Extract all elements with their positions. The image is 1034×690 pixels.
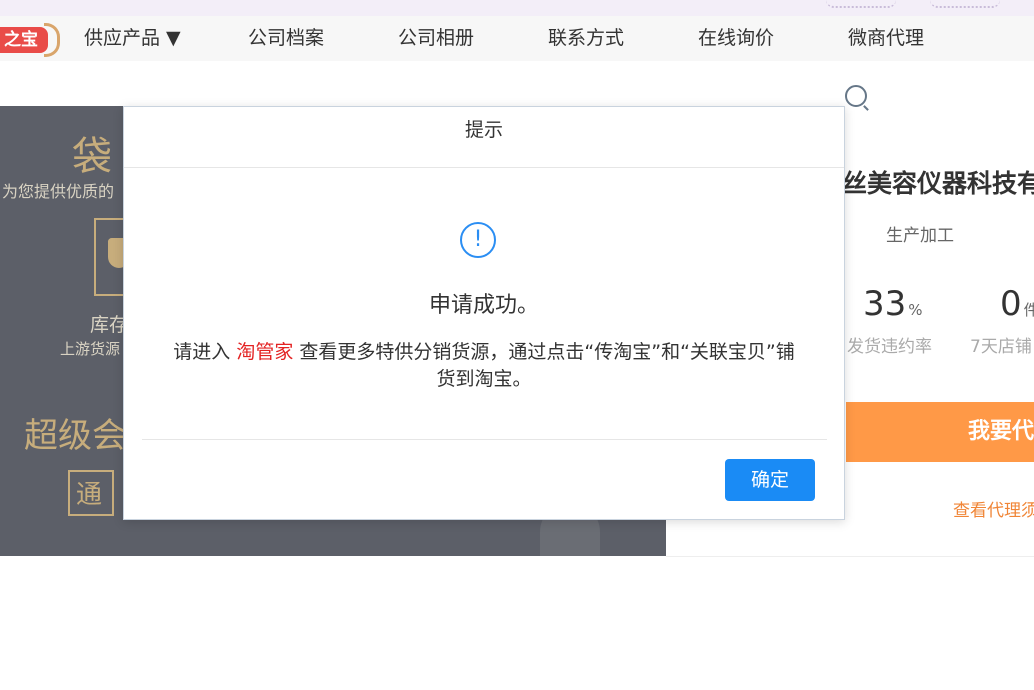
- nav-item-agent[interactable]: 微商代理: [848, 16, 924, 61]
- dialog-header: 提示: [124, 107, 844, 168]
- dialog-title: 提示: [464, 119, 503, 141]
- top-strip: [0, 0, 1034, 16]
- nav-item-inquiry[interactable]: 在线询价: [698, 16, 774, 61]
- company-name: 丝美容仪器科技有: [842, 169, 1034, 198]
- taoguanjia-link[interactable]: 淘管家: [236, 341, 293, 363]
- dialog-heading: 申请成功。: [428, 293, 539, 318]
- banner-subtitle: 为您提供优质的: [2, 182, 115, 201]
- nav-item-products[interactable]: 供应产品 ▼: [84, 16, 181, 61]
- business-type: 生产加工: [886, 226, 954, 246]
- stat-unit: %: [908, 301, 923, 319]
- dialog-message: 请进入 淘管家 查看更多特供分销货源，通过点击“传淘宝”和“关联宝贝”铺货到淘宝…: [164, 339, 804, 393]
- banner-tong: 通: [76, 480, 103, 510]
- message-prefix: 请进入: [173, 341, 231, 363]
- dialog-divider: [142, 439, 827, 440]
- banner-title: 袋: [72, 134, 112, 180]
- nav-item-contact[interactable]: 联系方式: [548, 16, 624, 61]
- top-navigation: 之宝 供应产品 ▼ 公司档案 公司相册 联系方式 在线询价 微商代理: [0, 16, 1034, 61]
- stat-label: 发货违约率: [847, 337, 932, 357]
- notice-dialog: 提示 ! 申请成功。 请进入 淘管家 查看更多特供分销货源，通过点击“传淘宝”和…: [123, 106, 845, 520]
- banner-vip-title: 超级会: [24, 416, 126, 456]
- confirm-button[interactable]: 确定: [725, 459, 815, 501]
- become-agent-button[interactable]: 我要代: [846, 402, 1034, 462]
- stat-label: 7天店铺: [970, 337, 1032, 357]
- nav-item-album[interactable]: 公司相册: [398, 16, 474, 61]
- nav-item-profile[interactable]: 公司档案: [248, 16, 324, 61]
- logo-badge: 之宝: [0, 27, 48, 53]
- info-icon: !: [460, 222, 496, 258]
- agent-terms-link[interactable]: 查看代理须: [953, 496, 1034, 521]
- stat-value: 33%: [863, 284, 923, 324]
- stat-number: 33: [863, 284, 907, 324]
- search-icon[interactable]: [845, 85, 867, 107]
- top-decoration: [826, 0, 896, 8]
- logo-curl-icon: [44, 23, 60, 57]
- stat-value: 0件: [1000, 284, 1034, 324]
- stat-number: 0: [1000, 284, 1022, 324]
- banner-stock-sub: 上游货源: [60, 340, 121, 358]
- top-decoration: [930, 0, 1000, 8]
- logo[interactable]: 之宝: [0, 23, 60, 57]
- stat-unit: 件: [1023, 301, 1034, 319]
- message-suffix: 查看更多特供分销货源，通过点击“传淘宝”和“关联宝贝”铺货到淘宝。: [299, 341, 795, 390]
